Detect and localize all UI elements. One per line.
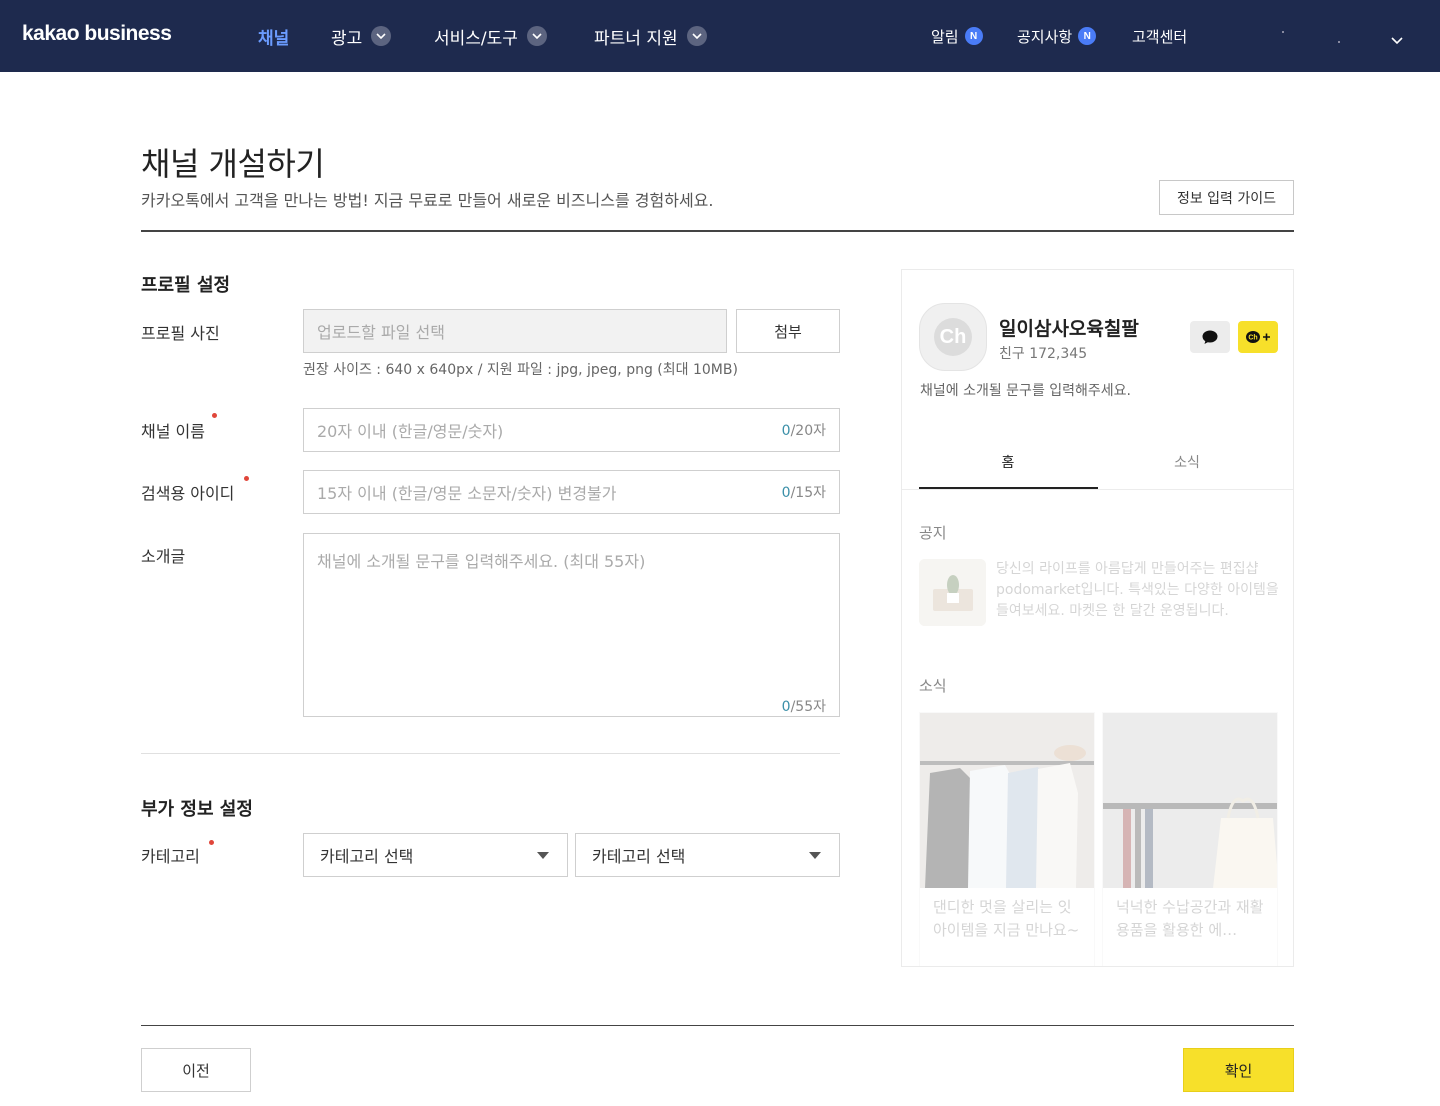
profile-photo-file-input[interactable]: 업로드할 파일 선택 — [303, 309, 727, 353]
support-link[interactable]: 고객센터 — [1132, 26, 1187, 46]
intro-placeholder: 채널에 소개될 문구를 입력해주세요. (최대 55자) — [317, 552, 646, 571]
account-area-mark — [1338, 41, 1340, 43]
search-id-label: 검색용 아이디 — [141, 484, 235, 503]
search-id-placeholder: 15자 이내 (한글/영문 소문자/숫자) 변경불가 — [317, 484, 617, 503]
notices-label: 공지사항 — [1017, 27, 1073, 46]
channel-name-input[interactable]: 20자 이내 (한글/영문/숫자) 0/20자 — [303, 408, 840, 452]
channel-logo-icon: Ch — [934, 318, 972, 356]
category-select-primary[interactable]: 카테고리 선택 — [303, 833, 568, 877]
photo-size-hint: 권장 사이즈 : 640 x 640px / 지원 파일 : jpg, jpeg… — [303, 362, 738, 378]
news-card: 넉넉한 수납공간과 재활용품을 활용한 에… — [1102, 712, 1278, 966]
alerts-label: 알림 — [931, 27, 959, 46]
active-tab-indicator — [919, 487, 1098, 489]
channel-name-counter: 0/20자 — [781, 423, 826, 439]
clothing-rack-image — [920, 713, 1094, 888]
chat-bubble-icon — [1190, 321, 1230, 353]
svg-text:Ch: Ch — [1248, 335, 1257, 342]
preview-tab-news: 소식 — [1174, 455, 1200, 471]
kakao-business-logo[interactable]: kakao business — [22, 22, 172, 46]
category-select-secondary[interactable]: 카테고리 선택 — [575, 833, 840, 877]
file-input-placeholder: 업로드할 파일 선택 — [317, 323, 445, 342]
preview-notice-text: 당신의 라이프를 아름답게 만들어주는 편집샵 podomarket입니다. 특… — [996, 561, 1279, 619]
attach-button[interactable]: 첨부 — [736, 309, 840, 353]
previous-button[interactable]: 이전 — [141, 1048, 251, 1092]
notices-link[interactable]: 공지사항 N — [1017, 26, 1097, 46]
support-label: 고객센터 — [1132, 27, 1188, 46]
preview-tab-home: 홈 — [1001, 455, 1015, 471]
title-divider — [141, 230, 1294, 232]
nav-channel-label: 채널 — [258, 28, 290, 49]
account-chevron-down-icon[interactable] — [1391, 30, 1403, 49]
nav-services-label: 서비스/도구 — [434, 28, 518, 49]
news-card-text: 댄디한 멋을 살리는 잇 아이템을 지금 만나요~ — [933, 898, 1080, 939]
caret-down-icon — [809, 852, 821, 859]
channel-preview-panel: Ch 일이삼사오육칠팔 친구 172,345 Ch 채널에 소개될 문구를 입력… — [901, 269, 1294, 967]
caret-down-icon — [537, 852, 549, 859]
preview-news-label: 소식 — [919, 677, 947, 695]
category-select-value: 카테고리 선택 — [320, 847, 414, 866]
add-channel-icon: Ch — [1238, 321, 1278, 353]
preview-description: 채널에 소개될 문구를 입력해주세요. — [920, 383, 1131, 399]
preview-channel-name: 일이삼사오육칠팔 — [999, 318, 1139, 340]
news-card: 댄디한 멋을 살리는 잇 아이템을 지금 만나요~ — [919, 712, 1095, 966]
required-mark — [244, 476, 249, 481]
nav-ads-label: 광고 — [331, 28, 363, 49]
chevron-down-icon — [686, 26, 707, 46]
search-id-counter: 0/15자 — [781, 485, 826, 501]
category-select-value: 카테고리 선택 — [592, 847, 686, 866]
shopping-bag-image — [1103, 713, 1277, 888]
nav-ads[interactable]: 광고 — [331, 24, 392, 49]
required-mark — [212, 413, 217, 418]
section-divider — [141, 753, 840, 754]
news-card-text: 넉넉한 수납공간과 재활용품을 활용한 에… — [1116, 898, 1264, 939]
footer-divider — [141, 1025, 1294, 1026]
new-badge: N — [1078, 27, 1097, 45]
confirm-button[interactable]: 확인 — [1183, 1048, 1294, 1092]
info-guide-button[interactable]: 정보 입력 가이드 — [1159, 180, 1294, 215]
notice-thumbnail-image — [919, 559, 986, 626]
page-subtitle: 카카오톡에서 고객을 만나는 방법! 지금 무료로 만들어 새로운 비즈니스를 … — [141, 191, 714, 210]
tab-divider — [902, 489, 1293, 490]
nav-partner-support[interactable]: 파트너 지원 — [594, 24, 707, 49]
profile-photo-label: 프로필 사진 — [141, 324, 220, 343]
chevron-down-icon — [526, 26, 547, 46]
chevron-down-icon — [371, 26, 392, 46]
preview-friend-count: 친구 172,345 — [999, 346, 1088, 362]
search-id-input[interactable]: 15자 이내 (한글/영문 소문자/숫자) 변경불가 0/15자 — [303, 470, 840, 514]
channel-avatar: Ch — [919, 303, 987, 371]
page-title: 채널 개설하기 — [141, 145, 325, 183]
profile-section-title: 프로필 설정 — [141, 275, 231, 296]
intro-textarea[interactable]: 채널에 소개될 문구를 입력해주세요. (최대 55자) 0/55자 — [303, 533, 840, 717]
account-area[interactable] — [1282, 31, 1284, 33]
required-mark — [209, 840, 214, 845]
new-badge: N — [964, 27, 983, 45]
preview-notice-label: 공지 — [919, 524, 947, 542]
category-label: 카테고리 — [141, 847, 200, 866]
intro-counter: 0/55자 — [781, 699, 826, 715]
intro-label: 소개글 — [141, 547, 186, 566]
alerts-link[interactable]: 알림 N — [931, 26, 983, 46]
nav-channel[interactable]: 채널 — [258, 24, 290, 49]
channel-name-placeholder: 20자 이내 (한글/영문/숫자) — [317, 422, 504, 441]
nav-partner-label: 파트너 지원 — [594, 28, 678, 49]
extra-section-title: 부가 정보 설정 — [141, 799, 253, 820]
top-navigation-bar: kakao business 채널 광고 서비스/도구 파트너 지원 알림 N … — [0, 0, 1440, 72]
nav-services[interactable]: 서비스/도구 — [434, 24, 547, 49]
channel-name-label: 채널 이름 — [141, 422, 205, 441]
